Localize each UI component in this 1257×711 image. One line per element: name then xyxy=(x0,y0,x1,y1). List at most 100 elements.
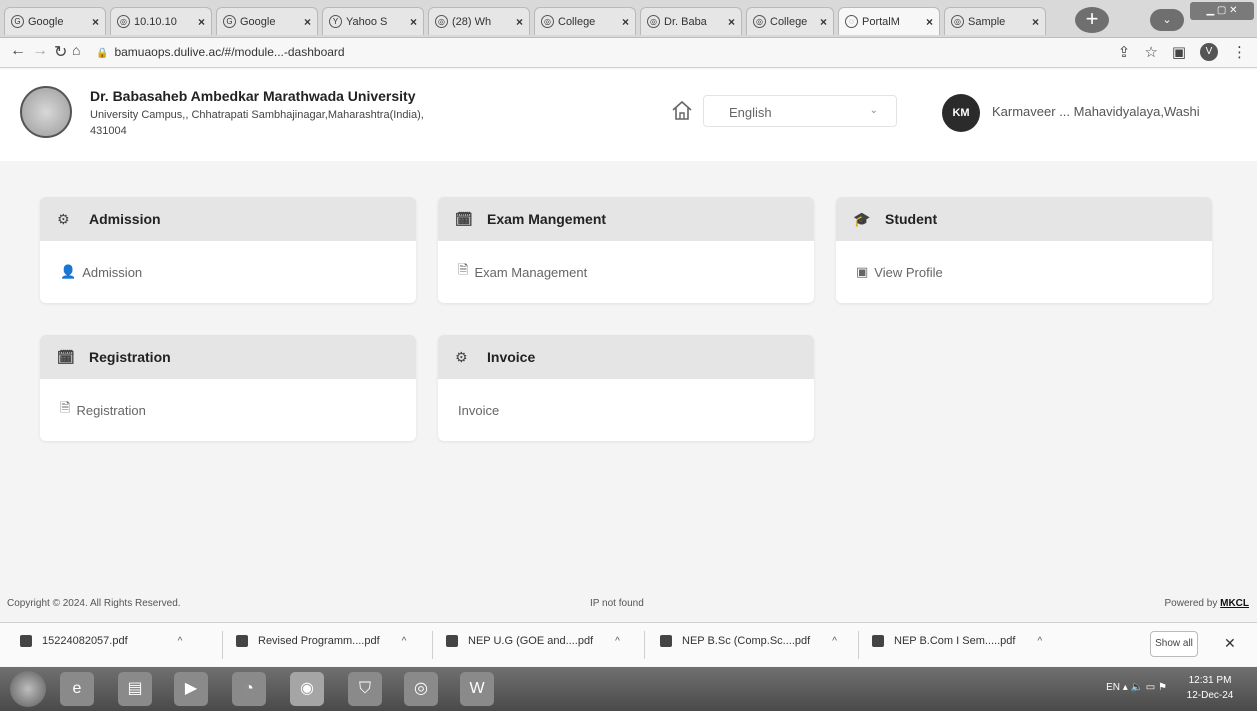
tab-title: Dr. Baba xyxy=(664,15,707,28)
close-tab-icon[interactable]: × xyxy=(622,15,629,29)
card-admission: ⚙ Admission 👤 Admission xyxy=(40,197,416,303)
kebab-menu-icon[interactable]: ⋮ xyxy=(1232,43,1247,61)
browser-tab-6[interactable]: ◎ College × xyxy=(534,7,636,35)
pdf-file-icon xyxy=(660,635,672,647)
chevron-up-icon[interactable]: ^ xyxy=(615,636,620,647)
close-tab-icon[interactable]: × xyxy=(728,15,735,29)
chevron-up-icon[interactable]: ^ xyxy=(402,636,407,647)
globe-icon: ◎ xyxy=(951,15,964,28)
tab-title: Sample xyxy=(968,15,1006,28)
security-shield-icon[interactable]: ⛉ xyxy=(348,672,382,706)
download-shelf: 15224082057.pdf ^ Revised Programm....pd… xyxy=(0,622,1257,666)
close-tab-icon[interactable]: × xyxy=(1032,15,1039,29)
close-tab-icon[interactable]: × xyxy=(410,15,417,29)
ip-status: IP not found xyxy=(590,598,644,609)
whatsapp-icon: ◎ xyxy=(435,15,448,28)
windows-taskbar: e ▤ ▶ ◔ ◉ ⛉ ◎ W EN ▴ 🔈 ▭ ⚑ 12:31 PM 12-D… xyxy=(0,667,1257,711)
show-all-downloads-button[interactable]: Show all xyxy=(1150,631,1198,657)
download-item[interactable]: Revised Programm....pdf ^ xyxy=(236,635,406,647)
taskbar-clock[interactable]: 12:31 PM 12-Dec-24 xyxy=(1173,673,1247,703)
chevron-up-icon[interactable]: ^ xyxy=(1037,636,1042,647)
browser-tab-4[interactable]: Y Yahoo S × xyxy=(322,7,424,35)
divider xyxy=(432,631,433,659)
user-avatar[interactable]: KM xyxy=(942,94,980,132)
browser-tab-8[interactable]: ◎ College × xyxy=(746,7,834,35)
card-link-registration[interactable]: 🗎 Registration xyxy=(40,379,416,441)
browser-tab-3[interactable]: G Google × xyxy=(216,7,318,35)
close-tab-icon[interactable]: × xyxy=(516,15,523,29)
url-text: bamuaops.dulive.ac/#/module...-dashboard xyxy=(114,45,345,59)
browser-tab-5[interactable]: ◎ (28) Wh × xyxy=(428,7,530,35)
browser-tab-9-active[interactable]: ◌ PortalM × xyxy=(838,7,940,35)
language-select[interactable]: English ⌄ xyxy=(703,95,897,127)
tab-title: 10.10.10 xyxy=(134,15,177,28)
profile-avatar[interactable]: V xyxy=(1200,43,1218,61)
clock-time: 12:31 PM xyxy=(1188,675,1232,686)
close-tab-icon[interactable]: × xyxy=(820,15,827,29)
download-item[interactable]: 15224082057.pdf ^ xyxy=(20,635,182,647)
globe-icon: ◎ xyxy=(647,15,660,28)
calendar-icon: 🗓 xyxy=(57,348,75,365)
media-player-icon[interactable]: ▶ xyxy=(174,672,208,706)
url-field[interactable]: 🔒 bamuaops.dulive.ac/#/module...-dashboar… xyxy=(96,45,345,59)
new-tab-button[interactable]: + xyxy=(1075,7,1109,33)
university-address: University Campus,, Chhatrapati Sambhaji… xyxy=(90,109,424,121)
close-tab-icon[interactable]: × xyxy=(198,15,205,29)
internet-explorer-icon[interactable]: e xyxy=(60,672,94,706)
card-header: ⚙ Admission xyxy=(40,197,416,241)
window-controls[interactable]: ▁ ▢ ✕ xyxy=(1190,2,1254,20)
browser-tab-7[interactable]: ◎ Dr. Baba × xyxy=(640,7,742,35)
divider xyxy=(858,631,859,659)
tab-search-chevron-down-icon[interactable]: ⌄ xyxy=(1150,9,1184,31)
college-icon: ◎ xyxy=(541,15,554,28)
chevron-down-icon: ⌄ xyxy=(869,105,878,116)
opera-icon[interactable]: ◎ xyxy=(404,672,438,706)
chrome-icon[interactable]: ◉ xyxy=(290,672,324,706)
download-item[interactable]: NEP U.G (GOE and....pdf ^ xyxy=(446,635,620,647)
close-tab-icon[interactable]: × xyxy=(926,15,933,29)
powered-by: Powered by MKCL xyxy=(1165,598,1249,609)
card-link-view-profile[interactable]: ▣ View Profile xyxy=(836,241,1212,303)
browser-tab-10[interactable]: ◎ Sample × xyxy=(944,7,1046,35)
back-arrow-icon[interactable]: ← xyxy=(10,42,26,60)
forward-arrow-icon[interactable]: → xyxy=(32,42,48,60)
home-icon[interactable]: ⌂ xyxy=(72,42,80,58)
card-link-admission[interactable]: 👤 Admission xyxy=(40,241,416,303)
word-icon[interactable]: W xyxy=(460,672,494,706)
browser-tab-1[interactable]: G Google × xyxy=(4,7,106,35)
browser-tab-strip: G Google × ◎ 10.10.10 × G Google × Y Yah… xyxy=(0,0,1257,38)
card-student: 🎓 Student ▣ View Profile xyxy=(836,197,1212,303)
flag-icon[interactable]: ⚑ xyxy=(1158,682,1167,693)
close-tab-icon[interactable]: × xyxy=(304,15,311,29)
card-link-invoice[interactable]: Invoice xyxy=(438,379,814,441)
user-name[interactable]: Karmaveer ... Mahavidyalaya,Washi xyxy=(992,104,1200,119)
close-download-shelf-icon[interactable]: ✕ xyxy=(1224,635,1236,652)
download-filename: 15224082057.pdf xyxy=(42,635,128,647)
sidepanel-icon[interactable]: ▣ xyxy=(1172,43,1186,61)
close-tab-icon[interactable]: × xyxy=(92,15,99,29)
bookmark-star-icon[interactable]: ☆ xyxy=(1144,43,1157,61)
volume-icon[interactable]: 🔈 xyxy=(1131,682,1143,693)
chevron-up-icon[interactable]: ^ xyxy=(178,636,183,647)
download-filename: NEP B.Sc (Comp.Sc....pdf xyxy=(682,635,811,647)
card-link-exam-management[interactable]: 🗎 Exam Management xyxy=(438,241,814,303)
input-language[interactable]: EN xyxy=(1106,682,1120,693)
file-explorer-icon[interactable]: ▤ xyxy=(118,672,152,706)
chevron-up-icon[interactable]: ^ xyxy=(832,636,837,647)
mkcl-link[interactable]: MKCL xyxy=(1220,598,1249,609)
network-icon[interactable]: ▭ xyxy=(1146,682,1158,693)
start-orb-icon[interactable] xyxy=(10,671,46,707)
college-icon: ◎ xyxy=(753,15,766,28)
document-icon: 🗎 xyxy=(60,400,71,415)
firefox-icon[interactable]: ◔ xyxy=(232,672,266,706)
home-icon[interactable] xyxy=(670,99,694,123)
reload-icon[interactable]: ↻ xyxy=(54,42,67,62)
browser-tab-2[interactable]: ◎ 10.10.10 × xyxy=(110,7,212,35)
university-logo xyxy=(20,86,72,138)
download-item[interactable]: NEP B.Com I Sem.....pdf ^ xyxy=(872,635,1042,647)
share-icon[interactable]: ⇪ xyxy=(1118,43,1131,61)
download-item[interactable]: NEP B.Sc (Comp.Sc....pdf ^ xyxy=(660,635,837,647)
card-header: 🗓 Registration xyxy=(40,335,416,379)
tray-chevron-up-icon[interactable]: ▴ xyxy=(1123,682,1131,693)
globe-icon: ◎ xyxy=(117,15,130,28)
